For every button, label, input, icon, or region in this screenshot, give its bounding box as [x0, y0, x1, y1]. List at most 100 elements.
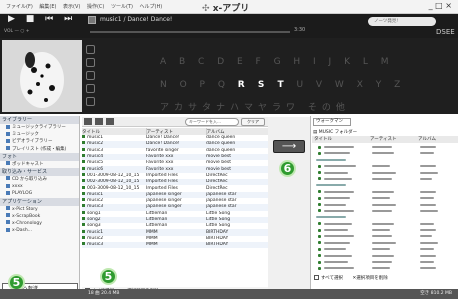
device-selector[interactable]: ウォークマン [313, 118, 351, 126]
cell-text: Littleman [146, 210, 168, 216]
cell-text: japanese star [206, 191, 237, 197]
cell-text: Little Song [206, 223, 231, 229]
calendar-icon[interactable] [86, 84, 95, 93]
sidebar-item-label: xxxx [12, 184, 23, 190]
person-icon[interactable] [86, 58, 95, 67]
folder-icon[interactable] [86, 97, 95, 106]
device-footer: すべて選択 ✕選択項目を削除 [312, 274, 458, 283]
app-logo-icon: ✣ [202, 4, 210, 14]
table-header: タイトル アーティスト アルバム [82, 128, 268, 135]
podcast-icon [6, 161, 10, 166]
tile-view-icon[interactable] [106, 118, 114, 125]
device-list-item[interactable] [312, 265, 458, 271]
device-folder-row [316, 158, 346, 161]
sidebar-item[interactable]: ポッドキャスト [0, 161, 79, 168]
device-folder-row [316, 216, 346, 219]
cell-text: Favorite xxx [146, 166, 174, 172]
transfer-arrow-button[interactable]: ⟶ [273, 140, 305, 153]
track-icon [82, 217, 85, 220]
sidebar-item[interactable]: CD から取り込み [0, 176, 79, 183]
device-remove-selected-button[interactable]: 選択項目を削除 [356, 276, 388, 281]
menu-help[interactable]: ヘルプ(H) [140, 4, 163, 10]
device-column-title[interactable]: タイトル [312, 136, 370, 143]
device-select-all-label[interactable]: すべて選択 [321, 276, 343, 281]
blurred-text [372, 254, 394, 257]
cell-text: song2 [87, 217, 101, 222]
sidebar-item-label: CD から取り込み [12, 176, 48, 182]
sidebar-item-label: ポッドキャスト [12, 161, 44, 167]
menu-tools[interactable]: ツール(T) [111, 4, 133, 10]
cell-title: 002-3009-08-12_10_15 [82, 179, 146, 186]
device-column-album[interactable]: アルバム [418, 136, 456, 143]
device-column-artist[interactable]: アーティスト [370, 136, 418, 143]
cell-text: MMM [146, 229, 158, 235]
cell-text: Little Song [206, 210, 231, 216]
sidebar-item[interactable]: x-Chronology [0, 220, 79, 227]
window-controls[interactable]: _ □ × [429, 1, 452, 10]
alphabet-row-1[interactable]: A B C D E F G H I J K L M [160, 51, 405, 74]
menu-control[interactable]: 操作(C) [87, 4, 104, 10]
column-album[interactable]: アルバム [206, 128, 268, 135]
column-title[interactable]: タイトル [82, 128, 147, 135]
sidebar-item[interactable]: プレイリスト (作成・編集) [0, 146, 79, 153]
device-track-list [312, 144, 458, 272]
sidebar-item[interactable]: xxxx [0, 183, 79, 190]
app-icon [6, 213, 10, 218]
grid-view-icon[interactable] [95, 118, 103, 125]
volume-control[interactable]: VOL — ○ + [4, 29, 30, 34]
clear-button[interactable]: クリア [241, 118, 265, 126]
sidebar-item[interactable]: x-ScrapBook [0, 213, 79, 220]
sidebar-item[interactable]: ビデオライブラリー [0, 138, 79, 145]
device-select-all-checkbox[interactable] [314, 275, 319, 280]
cell-text: movie best [206, 154, 231, 160]
cell-text: BIRTHDAY [206, 235, 229, 241]
sidebar-item[interactable]: ミュージック [0, 131, 79, 138]
zoom-icon[interactable] [86, 45, 95, 54]
cell-text: favorite singer [146, 147, 179, 153]
track-icon [82, 242, 85, 246]
menu-edit[interactable]: 編集(E) [39, 4, 56, 10]
alphabet-row-2-highlight: R S T [237, 80, 289, 90]
note-icon[interactable] [86, 71, 95, 80]
menu-bar: ファイル(F) 編集(E) 表示(V) 操作(C) ツール(T) ヘルプ(H) … [0, 0, 458, 14]
sidebar-services-header: 取り込み・サービス [0, 167, 79, 176]
cell-text: dance queen [206, 141, 236, 147]
blurred-text [324, 235, 354, 238]
sidebar-item[interactable]: PLAYLOG [0, 190, 79, 197]
transport-controls[interactable]: ▶ ■ ⏮ ⏭ [8, 14, 76, 24]
cell-text: music1 [87, 229, 104, 235]
sidebar-item[interactable]: x-Dash... [0, 227, 79, 234]
cell-text: 003-3009-08-12_10_15 [87, 185, 140, 191]
dalmatian-image [2, 40, 82, 112]
progress-bar[interactable] [90, 31, 290, 33]
menu-file[interactable]: ファイル(F) [6, 4, 33, 10]
table-row[interactable]: music3 MMM BIRTHDAY [82, 242, 268, 249]
blurred-text [420, 261, 434, 264]
list-view-icon[interactable] [84, 118, 92, 125]
cell-text: dance queen [206, 135, 236, 141]
dsee-logo: DSEE [436, 28, 455, 36]
alphabet-row-2[interactable]: N O P Q R S T U V W X Y Z [160, 74, 405, 97]
track-art-icon [88, 16, 96, 24]
library-search-input[interactable]: キーワードを入… [185, 118, 239, 126]
track-icon [82, 210, 85, 214]
sidebar-item-label: x-Pict Story [12, 206, 38, 212]
device-folder-title: ▤ MUSIC フォルダー [313, 129, 357, 135]
sidebar-item[interactable]: ミュージックライブラリー [0, 124, 79, 131]
column-artist[interactable]: アーティスト [146, 128, 207, 135]
blurred-text [324, 248, 346, 251]
cell-text: Dance! Dance! [146, 141, 180, 147]
app-icon [6, 206, 10, 210]
blurred-text [324, 209, 354, 212]
player-search-input[interactable]: ノーツ発見! [368, 17, 436, 26]
cell-text: music3 [87, 242, 104, 248]
sidebar-item[interactable]: x-Pict Story [0, 206, 79, 213]
playlist-icon [6, 146, 10, 151]
track-icon [318, 164, 321, 168]
blurred-text [372, 229, 390, 232]
blurred-text [324, 254, 352, 257]
menu-view[interactable]: 表示(V) [63, 4, 80, 10]
blurred-text [372, 177, 392, 180]
track-icon [82, 223, 85, 227]
sidebar-library-header: ライブラリー [0, 116, 79, 124]
